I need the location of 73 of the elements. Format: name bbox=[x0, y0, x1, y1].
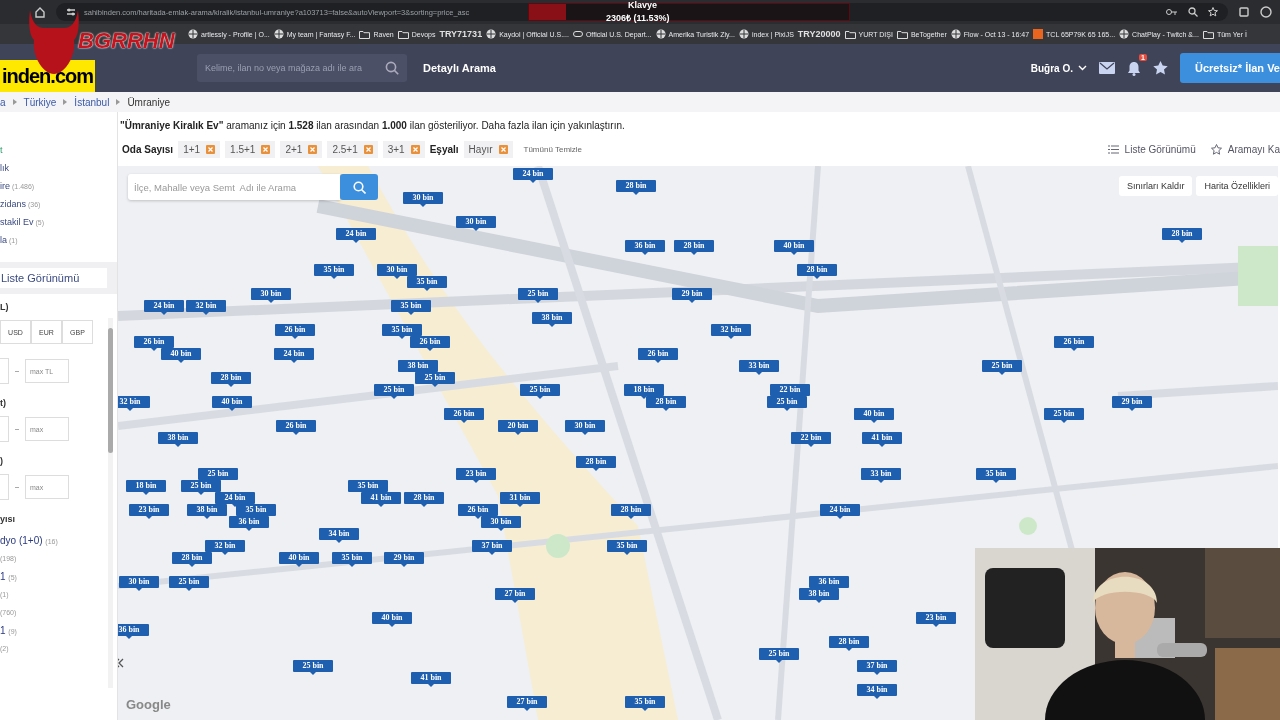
close-icon bbox=[261, 145, 271, 154]
breadcrumb-link[interactable]: Türkiye bbox=[23, 96, 57, 108]
clear-all-link[interactable]: Tümünü Temizle bbox=[523, 145, 583, 154]
folder-icon bbox=[844, 29, 856, 39]
filter-heading: t) bbox=[0, 397, 7, 410]
breadcrumb-arrow-icon bbox=[116, 99, 121, 105]
save-search-link[interactable]: Aramayı Ka bbox=[1210, 144, 1280, 155]
list-view-link[interactable]: Liste Görünümü bbox=[1107, 144, 1196, 155]
list-icon bbox=[1107, 145, 1119, 154]
breadcrumb-link[interactable]: İstanbul bbox=[74, 96, 110, 108]
overlay-logo-text: BGRRHN bbox=[78, 28, 175, 54]
filter-label: Oda Sayısı bbox=[122, 144, 174, 155]
filter-chip[interactable]: 1.5+1 bbox=[225, 141, 276, 158]
filter-heading: ) bbox=[0, 455, 4, 468]
extensions-icon bbox=[1238, 6, 1250, 18]
detailed-search-link[interactable]: Detaylı Arama bbox=[423, 62, 496, 74]
home-icon bbox=[34, 6, 46, 18]
profile-icon bbox=[1260, 6, 1272, 18]
close-icon bbox=[498, 145, 508, 154]
user-menu[interactable]: Buğra O. bbox=[1030, 62, 1073, 74]
overlay-title: Klavye bbox=[628, 0, 658, 10]
breadcrumb-arrow-icon bbox=[12, 99, 17, 105]
globe-icon bbox=[188, 29, 198, 39]
close-icon bbox=[206, 145, 216, 154]
globe-icon bbox=[1119, 29, 1130, 39]
filter-chip[interactable]: 2+1 bbox=[280, 141, 323, 158]
chevron-down-icon bbox=[1078, 65, 1087, 71]
result-summary: "Ümraniye Kiralık Ev" aramanız için 1.528 ilan arasından 1.000 ilan gösteriliyor. Daha fazla ilan için yakınlaştırın. bbox=[119, 118, 626, 133]
filter-chip[interactable]: 3+1 bbox=[382, 141, 425, 158]
square-icon bbox=[1033, 29, 1044, 39]
close-icon bbox=[363, 145, 373, 154]
bell-icon bbox=[1127, 60, 1141, 76]
filter-chip[interactable]: 1+1 bbox=[178, 141, 221, 158]
globe-icon bbox=[738, 29, 749, 39]
min-field[interactable] bbox=[0, 416, 9, 442]
search-field[interactable]: Kelime, ilan no veya mağaza adı ile ara bbox=[197, 54, 407, 82]
close-icon bbox=[308, 145, 318, 154]
breadcrumb-link[interactable]: Ümraniye bbox=[127, 96, 171, 108]
filter-heading: yısı bbox=[0, 513, 16, 526]
category-link[interactable]: lık bbox=[0, 160, 117, 176]
min-field[interactable] bbox=[0, 474, 9, 500]
globe-icon bbox=[273, 29, 284, 39]
zoom-icon bbox=[1188, 7, 1198, 17]
category-link[interactable]: t bbox=[0, 142, 117, 158]
key-icon bbox=[1166, 7, 1178, 17]
min-field[interactable] bbox=[0, 358, 9, 384]
filter-label: Eşyalı bbox=[429, 144, 459, 155]
folder-icon bbox=[359, 29, 371, 39]
close-icon bbox=[410, 145, 420, 154]
site-settings-icon bbox=[66, 7, 76, 17]
post-ad-button[interactable]: Ücretsiz* İlan Ve bbox=[1180, 53, 1280, 83]
filter-chip[interactable]: 2.5+1 bbox=[327, 141, 378, 158]
folder-icon bbox=[397, 29, 409, 39]
breadcrumb-link[interactable]: a bbox=[0, 96, 6, 108]
overlay-progress: 2306₺ (11.53%) bbox=[606, 12, 670, 24]
folder-icon bbox=[1202, 29, 1214, 39]
star-icon bbox=[1210, 144, 1222, 155]
search-icon bbox=[385, 61, 399, 75]
breadcrumb-arrow-icon bbox=[63, 99, 68, 105]
list-view-button[interactable]: Liste Görünümü bbox=[0, 268, 107, 288]
globe-icon bbox=[486, 29, 497, 39]
star-icon bbox=[1153, 61, 1168, 75]
scrollbar[interactable] bbox=[108, 318, 113, 688]
filter-heading: L) bbox=[0, 301, 10, 314]
link-icon bbox=[572, 31, 583, 37]
star-icon bbox=[1208, 7, 1218, 17]
globe-icon bbox=[950, 29, 961, 39]
overlay-total: TRY71731 bbox=[439, 29, 483, 39]
mail-icon bbox=[1099, 62, 1115, 74]
filter-chip[interactable]: Hayır bbox=[463, 141, 513, 158]
globe-icon bbox=[655, 29, 666, 39]
overlay-total: TRY20000 bbox=[797, 29, 841, 39]
folder-icon bbox=[896, 29, 908, 39]
